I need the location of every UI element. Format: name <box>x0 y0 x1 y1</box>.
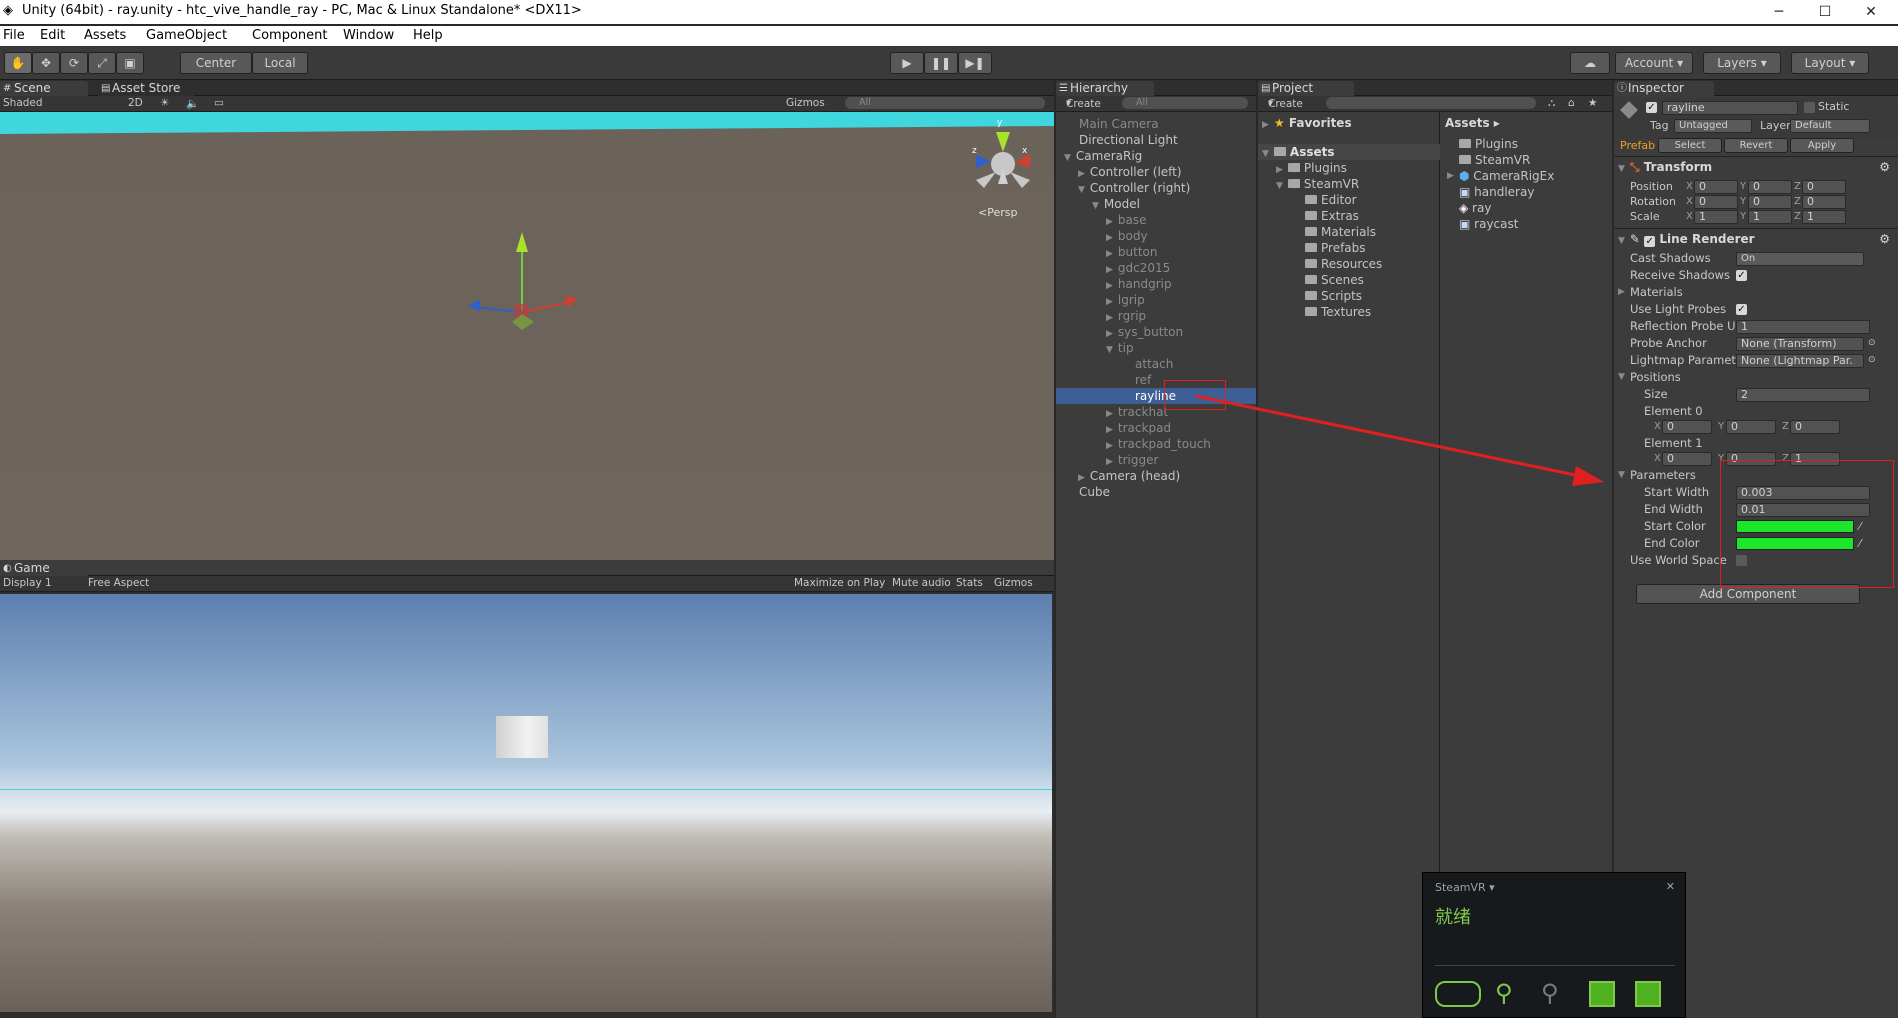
annotation-arrow <box>1195 394 1604 486</box>
